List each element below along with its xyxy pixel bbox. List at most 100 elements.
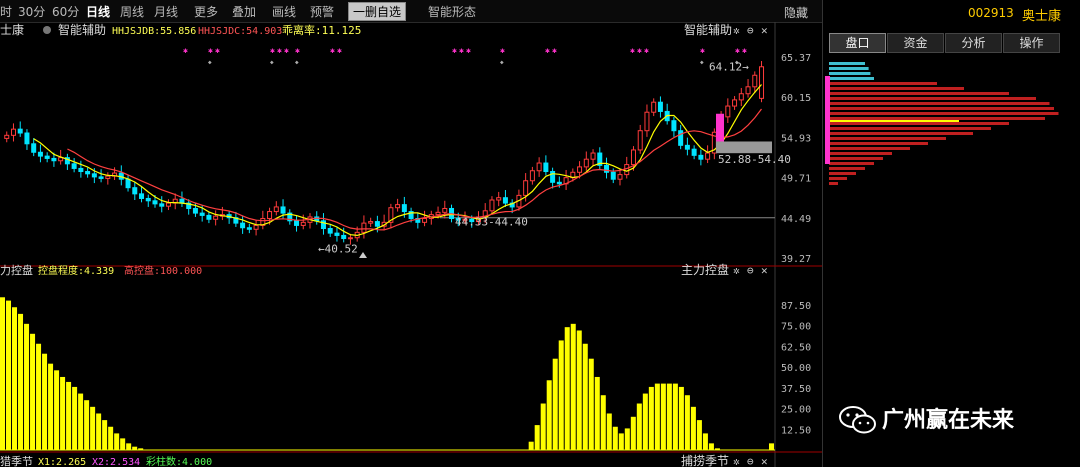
hide-button[interactable]: 隐藏 xyxy=(784,4,808,21)
control-degree: 控盘程度:4.339 xyxy=(38,264,114,277)
sub-icon-0: ✲ xyxy=(733,264,740,277)
sub-settings-label: 主力控盘 xyxy=(681,262,729,277)
sub-panel-title: 力控盘 xyxy=(0,263,33,277)
toolbar-item-2[interactable]: 60分 xyxy=(52,3,79,20)
control-bar-94 xyxy=(564,327,570,450)
control-bar-1 xyxy=(6,300,12,450)
sub-y-tick-0: 87.50 xyxy=(781,301,811,312)
toolbar-item-10[interactable]: 一删自选 xyxy=(348,2,407,21)
candle-body-12 xyxy=(85,171,91,175)
profile-bar-1 xyxy=(829,67,869,70)
panel-icon-0: ✲ xyxy=(733,24,740,37)
signal-dot: ✱ xyxy=(208,46,213,55)
control-bar-112 xyxy=(672,383,678,450)
candle-body-51 xyxy=(347,237,353,240)
candle-body-87 xyxy=(590,152,596,160)
candle-body-94 xyxy=(637,130,643,151)
control-bar-97 xyxy=(582,343,588,450)
right-tab-2[interactable]: 分析 xyxy=(945,33,1002,53)
control-bar-21 xyxy=(126,443,132,450)
panel-icon-2: ✕ xyxy=(761,24,768,37)
candle-body-20 xyxy=(139,193,145,199)
toolbar-item-0[interactable]: 时 xyxy=(0,3,12,20)
deviation-value: 乖离率:11.125 xyxy=(282,23,361,37)
candle-body-1 xyxy=(10,128,16,136)
control-bar-8 xyxy=(48,363,54,450)
watermark-text: 广州赢在未来 xyxy=(882,408,1015,433)
signal-dot: ✱ xyxy=(330,46,335,55)
signal-dot: ✱ xyxy=(735,46,740,55)
control-bar-20 xyxy=(120,438,126,450)
toolbar-item-9[interactable]: 预警 xyxy=(310,3,334,20)
candle-body-91 xyxy=(617,174,623,180)
control-bar-89 xyxy=(534,425,540,450)
control-bar-2 xyxy=(12,307,18,450)
signal-dot: ✱ xyxy=(277,46,282,55)
right-tab-3[interactable]: 操作 xyxy=(1003,33,1060,53)
toolbar-item-5[interactable]: 月线 xyxy=(154,3,178,20)
control-bar-12 xyxy=(72,386,78,450)
control-bar-111 xyxy=(666,383,672,450)
profile-bar-4 xyxy=(829,82,937,85)
profile-bar-13 xyxy=(829,127,991,130)
candle-body-55 xyxy=(374,221,380,227)
toolbar-item-7[interactable]: 叠加 xyxy=(232,3,256,20)
candle-body-72 xyxy=(489,199,495,212)
candle-body-13 xyxy=(91,173,97,178)
control-bar-99 xyxy=(594,376,600,450)
candle-body-48 xyxy=(327,228,333,234)
profile-bar-9 xyxy=(829,107,1054,110)
hhjsjdc-value: HHJSJDC:54.903 xyxy=(198,26,282,37)
candle-body-10 xyxy=(71,163,77,169)
right-tab-1[interactable]: 资金 xyxy=(887,33,944,53)
candle-body-40 xyxy=(273,206,279,213)
candle-body-23 xyxy=(159,203,165,207)
candle-body-35 xyxy=(240,222,246,229)
signal-dot: ✱ xyxy=(270,46,275,55)
profile-bar-18 xyxy=(829,152,892,155)
toolbar-item-11[interactable]: 智能形态 xyxy=(428,3,476,20)
signal-dot: ✱ xyxy=(742,46,747,55)
toolbar-item-6[interactable]: 更多 xyxy=(194,3,218,20)
color-count: 彩柱数:4.000 xyxy=(146,455,212,467)
candle-body-49 xyxy=(334,232,340,236)
toolbar-item-8[interactable]: 画线 xyxy=(272,3,296,20)
toolbar-item-3[interactable]: 日线 xyxy=(86,3,110,20)
candle-body-110 xyxy=(745,86,751,95)
candle-body-111 xyxy=(752,74,758,88)
high-annotation: 64.12→ xyxy=(709,61,749,74)
stock-short-name: 士康 xyxy=(0,22,24,37)
signal-dot: ✱ xyxy=(337,46,342,55)
signal-dot: ✱ xyxy=(644,46,649,55)
candle-body-19 xyxy=(132,187,138,195)
candle-body-90 xyxy=(610,171,616,180)
toolbar-item-4[interactable]: 周线 xyxy=(120,3,144,20)
control-bar-114 xyxy=(684,395,690,450)
candle-body-86 xyxy=(583,158,589,168)
profile-bar-12 xyxy=(829,122,1009,125)
kline-chart[interactable]: 士康 智能辅助 HHJSJDB:55.856 HHJSJDC:54.903 乖离率:11… xyxy=(0,22,822,467)
signal-dot: ✱ xyxy=(637,46,642,55)
control-bar-100 xyxy=(600,395,606,450)
toolbar-item-1[interactable]: 30分 xyxy=(18,3,45,20)
profile-bar-20 xyxy=(829,162,874,165)
control-bar-108 xyxy=(648,386,654,450)
control-bar-92 xyxy=(552,358,558,450)
profile-bar-6 xyxy=(829,92,1009,95)
candle-body-93 xyxy=(630,149,636,166)
candle-body-64 xyxy=(435,211,441,216)
control-bar-88 xyxy=(528,441,534,450)
profile-bar-22 xyxy=(829,172,856,175)
control-bar-11 xyxy=(66,381,72,450)
candle-body-104 xyxy=(705,152,711,160)
signal-dot: ✱ xyxy=(452,46,457,55)
range-box xyxy=(716,141,772,154)
candle-body-97 xyxy=(657,101,663,112)
profile-bar-5 xyxy=(829,87,964,90)
right-tab-0[interactable]: 盘口 xyxy=(829,33,886,53)
candle-body-102 xyxy=(691,148,697,156)
signal-diamond: ◆ xyxy=(295,59,299,66)
candle-body-18 xyxy=(125,178,131,189)
hhjsjdb-value: HHJSJDB:55.856 xyxy=(112,26,196,37)
signal-dot: ✱ xyxy=(500,46,505,55)
